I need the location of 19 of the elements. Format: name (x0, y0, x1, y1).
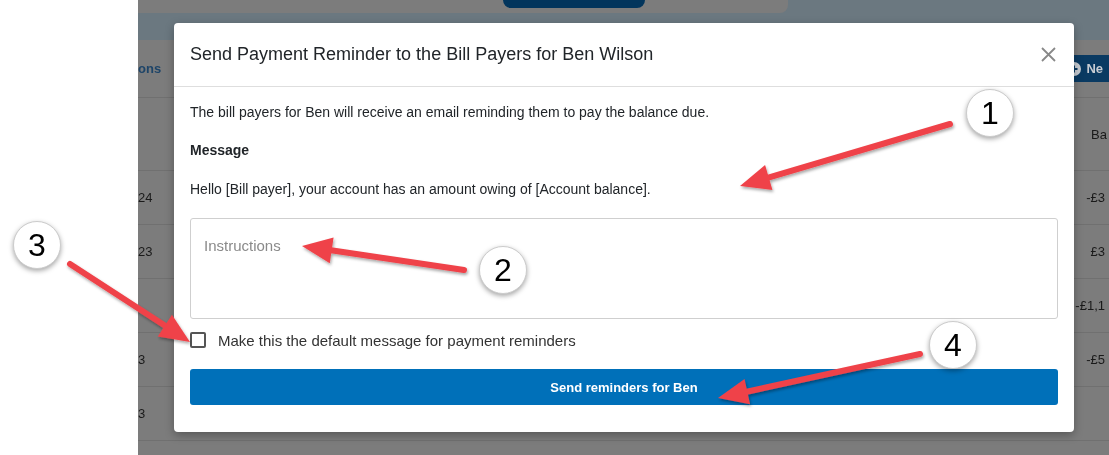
table-cell-text: -£1,1 (1075, 298, 1106, 313)
description-text: The bill payers for Ben will receive an email reminding them to pay the balance due. (190, 103, 710, 121)
checkbox-label: Make this the default message for payment reminders (218, 331, 576, 349)
table-cell: 24 (138, 190, 153, 205)
column-header: Ba (1091, 126, 1107, 142)
table-cell-text: -£5 (1086, 352, 1106, 367)
table-cell: 23 (138, 244, 153, 259)
dialog-title: Send Payment Reminder to the Bill Payers for Ben Wilson (190, 44, 654, 65)
send-reminders-button[interactable]: Send reminders for Ben (190, 369, 1058, 405)
table-cell-text: £3 (1090, 244, 1106, 259)
message-text: Hello [Bill payer], your account has an amount owing of [Account balance]. (190, 180, 651, 198)
table-cell-text: -£3 (1086, 190, 1106, 205)
callout-number: 3 (13, 221, 61, 269)
message-label: Message (190, 141, 250, 159)
table-cell: 3 (138, 352, 146, 367)
close-icon[interactable] (1041, 47, 1056, 62)
table-cell: 3 (138, 406, 146, 421)
checkbox[interactable] (190, 332, 206, 348)
header-button[interactable] (503, 0, 645, 8)
